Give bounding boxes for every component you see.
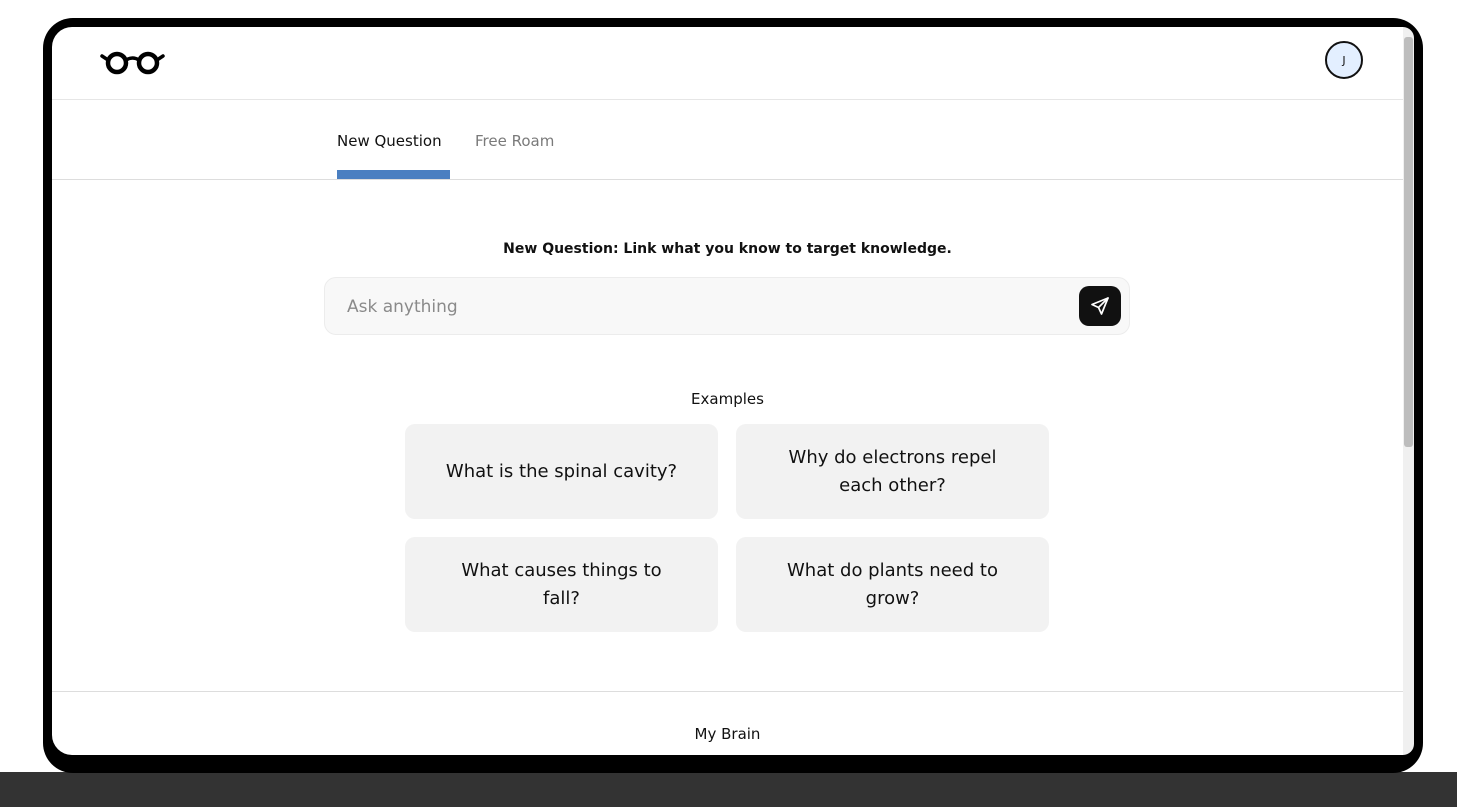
app-screen: J New Question Free Roam New Question: L… bbox=[52, 27, 1403, 755]
device-base bbox=[0, 772, 1457, 807]
example-text: What is the spinal cavity? bbox=[445, 460, 678, 482]
example-text: What do plants need to grow? bbox=[787, 559, 998, 609]
send-icon bbox=[1091, 297, 1109, 315]
question-input-box bbox=[324, 277, 1130, 336]
active-tab-indicator bbox=[337, 170, 450, 179]
section-divider bbox=[52, 691, 1403, 692]
example-text: What causes things to fall? bbox=[461, 559, 662, 609]
glasses-icon[interactable] bbox=[100, 49, 166, 75]
example-text: Why do electrons repel each other? bbox=[788, 446, 997, 496]
examples-heading: Examples bbox=[691, 390, 764, 408]
user-avatar[interactable]: J bbox=[1325, 41, 1363, 79]
page-heading: New Question: Link what you know to targ… bbox=[503, 241, 952, 257]
question-input[interactable] bbox=[345, 278, 1069, 336]
example-card[interactable]: Why do electrons repel each other? bbox=[736, 424, 1049, 519]
example-card[interactable]: What do plants need to grow? bbox=[736, 537, 1049, 632]
example-card[interactable]: What is the spinal cavity? bbox=[405, 424, 718, 519]
tab-new-question[interactable]: New Question bbox=[337, 132, 442, 150]
send-button[interactable] bbox=[1079, 286, 1121, 326]
my-brain-heading: My Brain bbox=[694, 725, 761, 743]
scrollbar-thumb[interactable] bbox=[1404, 37, 1413, 447]
vertical-scrollbar[interactable] bbox=[1403, 27, 1414, 755]
tab-bar: New Question Free Roam bbox=[52, 100, 1403, 180]
example-card[interactable]: What causes things to fall? bbox=[405, 537, 718, 632]
device-frame: J New Question Free Roam New Question: L… bbox=[43, 18, 1423, 773]
top-header: J bbox=[52, 27, 1403, 100]
tab-free-roam[interactable]: Free Roam bbox=[475, 132, 554, 150]
